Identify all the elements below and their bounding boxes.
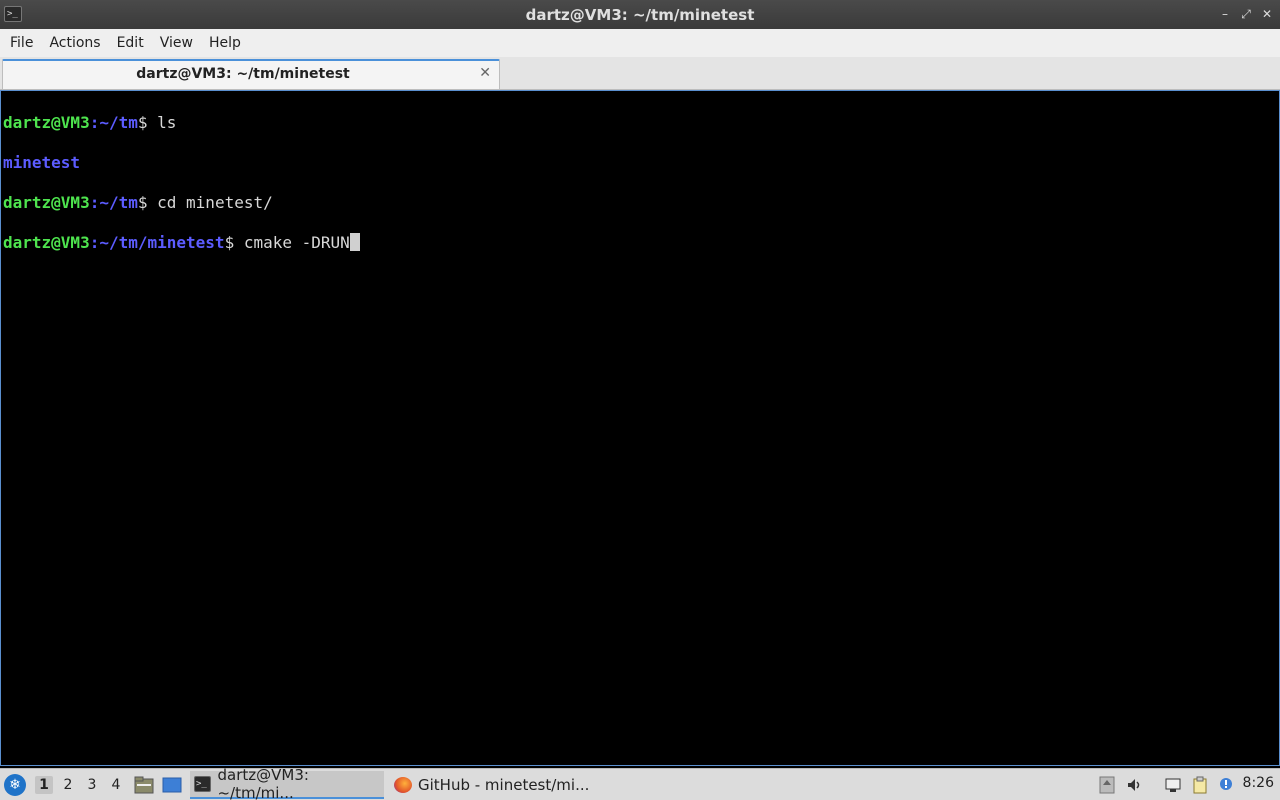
menu-actions[interactable]: Actions bbox=[41, 29, 108, 57]
terminal-tab[interactable]: dartz@VM3: ~/tm/minetest ✕ bbox=[2, 59, 500, 89]
tab-close-icon[interactable]: ✕ bbox=[479, 65, 491, 81]
taskbar-item-terminal[interactable]: >_ dartz@VM3: ~/tm/mi... bbox=[190, 766, 384, 800]
menu-help[interactable]: Help bbox=[201, 29, 249, 57]
taskbar-item-label: GitHub - minetest/mi... bbox=[418, 776, 590, 794]
volume-icon[interactable] bbox=[1126, 776, 1144, 794]
taskbar-item-firefox[interactable]: GitHub - minetest/mi... bbox=[390, 771, 590, 799]
show-desktop-icon[interactable] bbox=[162, 776, 182, 794]
clock[interactable]: 8:26 bbox=[1243, 775, 1274, 791]
menu-view[interactable]: View bbox=[152, 29, 201, 57]
menu-file[interactable]: File bbox=[2, 29, 41, 57]
maximize-icon[interactable]: ⤢ bbox=[1239, 6, 1253, 22]
prompt-path: :~/tm/minetest bbox=[89, 233, 225, 252]
text-cursor bbox=[349, 233, 360, 251]
prompt-path: :~/tm bbox=[89, 113, 138, 132]
close-icon[interactable]: ✕ bbox=[1260, 6, 1274, 22]
terminal-line: minetest bbox=[3, 153, 1279, 173]
update-notifier-icon[interactable] bbox=[1098, 776, 1116, 794]
desktop-2-button[interactable]: 2 bbox=[59, 776, 77, 794]
output-text: minetest bbox=[3, 153, 81, 172]
terminal-app-icon[interactable]: >_ bbox=[4, 6, 22, 22]
prompt-user: dartz@VM3 bbox=[3, 233, 90, 252]
menu-bar: File Actions Edit View Help bbox=[0, 29, 1280, 57]
command-text: $ ls bbox=[137, 113, 177, 132]
tab-bar: dartz@VM3: ~/tm/minetest ✕ bbox=[0, 57, 1280, 90]
network-icon[interactable] bbox=[1164, 776, 1182, 794]
minimize-icon[interactable]: – bbox=[1218, 6, 1232, 22]
terminal-line: dartz@VM3:~/tm$ cd minetest/ bbox=[3, 193, 1279, 213]
command-text: $ cd minetest/ bbox=[137, 193, 273, 212]
prompt-path: :~/tm bbox=[89, 193, 138, 212]
file-manager-icon[interactable] bbox=[134, 776, 154, 794]
start-menu-icon[interactable]: ❄ bbox=[4, 774, 26, 796]
notification-icon[interactable] bbox=[1217, 776, 1235, 794]
terminal-line: dartz@VM3:~/tm$ ls bbox=[3, 113, 1279, 133]
clipboard-icon[interactable] bbox=[1191, 776, 1209, 794]
taskbar-item-label: dartz@VM3: ~/tm/mi... bbox=[217, 766, 309, 800]
terminal-output[interactable]: dartz@VM3:~/tm$ ls minetest dartz@VM3:~/… bbox=[0, 90, 1280, 766]
window-titlebar: >_ dartz@VM3: ~/tm/minetest – ⤢ ✕ bbox=[0, 0, 1280, 29]
terminal-icon: >_ bbox=[194, 776, 212, 792]
prompt-user: dartz@VM3 bbox=[3, 193, 90, 212]
desktop-1-button[interactable]: 1 bbox=[35, 776, 53, 794]
command-text: $ cmake -DRUN bbox=[224, 233, 350, 252]
taskbar: ❄ 1 2 3 4 >_ dartz@VM3: ~/tm/mi... GitHu… bbox=[0, 766, 1280, 800]
window-title: dartz@VM3: ~/tm/minetest bbox=[525, 5, 755, 24]
tab-label: dartz@VM3: ~/tm/minetest bbox=[136, 66, 350, 82]
desktop-4-button[interactable]: 4 bbox=[107, 776, 125, 794]
menu-edit[interactable]: Edit bbox=[109, 29, 152, 57]
desktop-3-button[interactable]: 3 bbox=[83, 776, 101, 794]
terminal-line: dartz@VM3:~/tm/minetest$ cmake -DRUN bbox=[3, 233, 1279, 253]
firefox-icon bbox=[394, 777, 412, 793]
prompt-user: dartz@VM3 bbox=[3, 113, 90, 132]
